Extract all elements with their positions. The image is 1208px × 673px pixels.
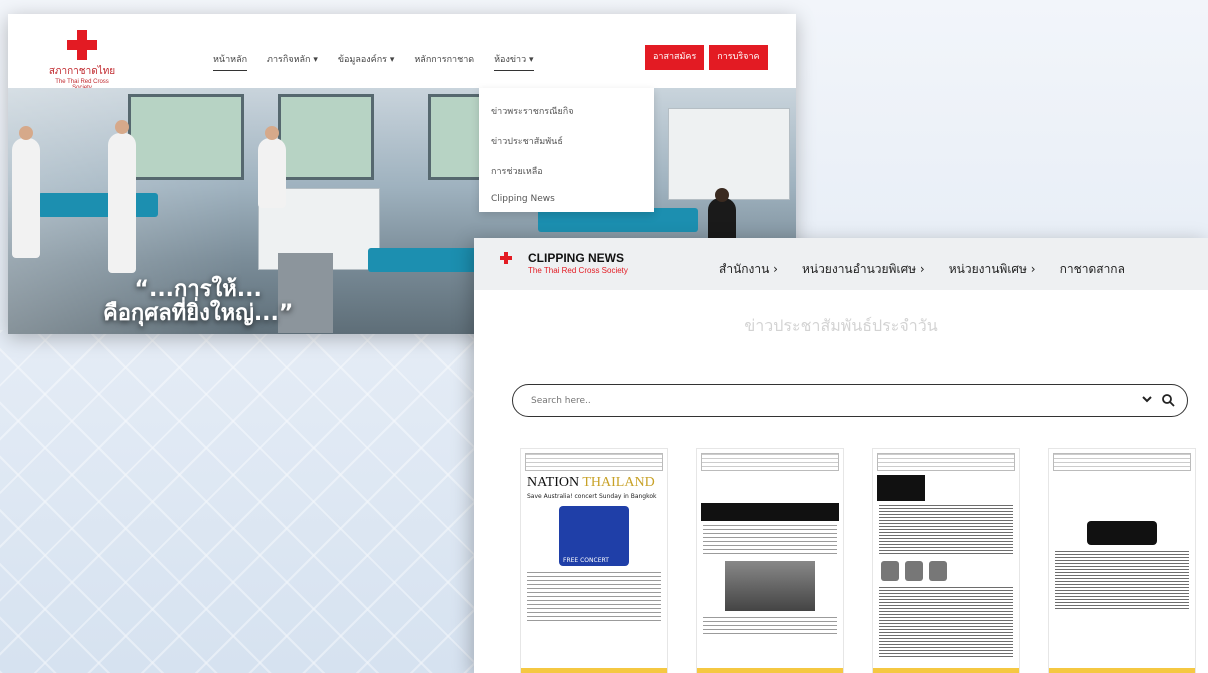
clipping-card[interactable]: [872, 448, 1020, 673]
article-text: [527, 572, 661, 622]
dropdown-item-clipping-news[interactable]: Clipping News: [479, 186, 654, 212]
donate-button[interactable]: การบริจาค: [709, 45, 768, 70]
menu-item-principles[interactable]: หลักการกาชาด: [414, 52, 474, 71]
search-input[interactable]: [529, 393, 1093, 409]
card-footer: [1049, 668, 1195, 673]
hero-nurse: [12, 138, 40, 258]
card-footer: [521, 668, 667, 673]
hero-bed: [38, 193, 158, 217]
portrait: [929, 561, 947, 581]
hero-head: [19, 126, 33, 140]
clipping-title: CLIPPING NEWS: [528, 251, 625, 265]
search-icon[interactable]: [1161, 392, 1175, 407]
hero-quote-line1: “...การให้...: [134, 277, 262, 302]
red-cross-icon: [67, 30, 97, 60]
dropdown-item-relief[interactable]: การช่วยเหลือ: [479, 156, 654, 186]
hero-person: [258, 138, 286, 208]
clipping-grid: NATION THAILAND Save Australia! concert …: [520, 448, 1196, 673]
portrait: [881, 561, 899, 581]
menu-item-newsroom[interactable]: ห้องข่าว ▾: [494, 52, 534, 71]
hero-head: [115, 120, 129, 134]
article-text: [1055, 551, 1189, 611]
clipping-meta: [1053, 453, 1191, 471]
article-text: [703, 525, 837, 555]
main-menu: หน้าหลัก ภารกิจหลัก ▾ ข้อมูลองค์กร ▾ หลั…: [213, 52, 534, 71]
nav-special-units[interactable]: หน่วยงานพิเศษ ›: [949, 260, 1036, 279]
caption-text: [703, 617, 837, 637]
masthead-text: NATION: [527, 475, 580, 490]
nation-masthead: NATION THAILAND: [527, 475, 661, 491]
site-logo[interactable]: สภากาชาดไทย The Thai Red Cross Society: [46, 30, 118, 91]
column-logo: [1087, 521, 1157, 545]
nav-international-red-cross[interactable]: กาชาดสากล: [1060, 260, 1125, 279]
chevron-down-icon[interactable]: [1141, 393, 1153, 408]
volunteer-button[interactable]: อาสาสมัคร: [645, 45, 705, 70]
menu-item-organization[interactable]: ข้อมูลองค์กร ▾: [338, 52, 395, 71]
clipping-subhead: Save Australia! concert Sunday in Bangko…: [527, 493, 657, 500]
clipping-nav: สำนักงาน › หน่วยงานอำนวยพิเศษ › หน่วยงาน…: [719, 260, 1125, 279]
red-cross-icon: [500, 252, 512, 264]
clipping-header: CLIPPING NEWS The Thai Red Cross Society…: [474, 238, 1208, 290]
newsroom-dropdown: ข่าวพระราชกรณียกิจ ข่าวประชาสัมพันธ์ การ…: [479, 88, 654, 212]
portrait-photos: [881, 561, 1011, 581]
card-footer: [873, 668, 1019, 673]
nav-office[interactable]: สำนักงาน ›: [719, 260, 778, 279]
menu-item-home[interactable]: หน้าหลัก: [213, 52, 248, 71]
clipping-news-screenshot: CLIPPING NEWS The Thai Red Cross Society…: [474, 238, 1208, 673]
logo-text: สภากาชาดไทย: [48, 66, 116, 77]
headline-block: [701, 503, 839, 521]
masthead-accent: THAILAND: [582, 475, 655, 490]
menu-item-missions[interactable]: ภารกิจหลัก ▾: [267, 52, 318, 71]
newspaper-masthead: [877, 475, 925, 501]
clipping-meta: [877, 453, 1015, 471]
hero-quote-line2: คือกุศลที่ยิ่งใหญ่...”: [103, 301, 294, 327]
background-pattern: [0, 330, 520, 673]
search-bar: [512, 384, 1188, 417]
portrait: [905, 561, 923, 581]
dropdown-item-royal-news[interactable]: ข่าวพระราชกรณียกิจ: [479, 96, 654, 126]
hero-head: [265, 126, 279, 140]
hero-head: [715, 188, 729, 202]
poster-text: FREE CONCERT: [563, 557, 609, 564]
hero-quote: “...การให้... คือกุศลที่ยิ่งใหญ่...”: [103, 277, 294, 327]
clipping-card[interactable]: [696, 448, 844, 673]
hero-window: [278, 94, 374, 180]
news-photo: [725, 561, 815, 611]
clipping-card[interactable]: [1048, 448, 1196, 673]
header-buttons: อาสาสมัคร การบริจาค: [645, 45, 768, 70]
hero-window: [128, 94, 244, 180]
concert-poster: FREE CONCERT: [559, 506, 629, 566]
clipping-meta: [701, 453, 839, 471]
page-heading: ข่าวประชาสัมพันธ์ประจำวัน: [744, 316, 938, 335]
card-footer: [697, 668, 843, 673]
clipping-meta: [525, 453, 663, 471]
article-text: [879, 587, 1013, 657]
dropdown-item-pr-news[interactable]: ข่าวประชาสัมพันธ์: [479, 126, 654, 156]
clipping-subtitle: The Thai Red Cross Society: [528, 266, 628, 275]
article-text: [879, 505, 1013, 555]
hero-nurse: [108, 133, 136, 273]
site-header: สภากาชาดไทย The Thai Red Cross Society ห…: [8, 14, 796, 91]
clipping-card[interactable]: NATION THAILAND Save Australia! concert …: [520, 448, 668, 673]
nav-special-directing-units[interactable]: หน่วยงานอำนวยพิเศษ ›: [802, 260, 925, 279]
hero-machine: [668, 108, 790, 200]
